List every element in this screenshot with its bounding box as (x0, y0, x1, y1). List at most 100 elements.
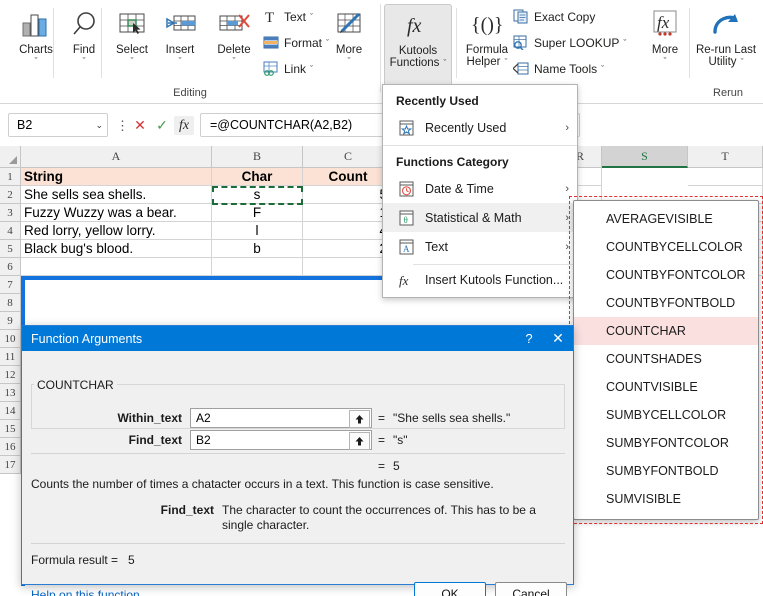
row-header-7[interactable]: 7 (0, 276, 21, 294)
cancel-formula-icon[interactable]: ✕ (130, 116, 150, 135)
cell-b5[interactable]: b (212, 240, 303, 258)
cell-c4[interactable]: 4 (303, 222, 394, 240)
find-chevron-icon[interactable]: ˇ (83, 57, 86, 66)
delete-chevron-icon[interactable]: ˇ (233, 57, 236, 66)
super-lookup-button[interactable]: Super LOOKUP ˇ (512, 32, 626, 53)
cell-c1[interactable]: Count (303, 168, 394, 186)
cell-c2[interactable]: 5 (303, 186, 394, 204)
clock-icon (396, 181, 416, 197)
more-formula-button[interactable]: fx More ˇ (637, 4, 693, 78)
row-header-17[interactable]: 17 (0, 456, 21, 474)
menu-item-recently-used[interactable]: Recently Used › (383, 113, 577, 142)
row-header-10[interactable]: 10 (0, 330, 21, 348)
insert-chevron-icon[interactable]: ˇ (179, 57, 182, 66)
cell-c3[interactable]: 1 (303, 204, 394, 222)
column-header-t[interactable]: T (688, 146, 763, 168)
function-item-countshades[interactable]: COUNTSHADES (574, 345, 758, 373)
kutools-functions-button[interactable]: fx Kutools Functions ˇ (384, 4, 452, 86)
function-item-countbyfontcolor[interactable]: COUNTBYFONTCOLOR (574, 261, 758, 289)
cell-a5[interactable]: Black bug's blood. (21, 240, 212, 258)
function-item-sumbycellcolor[interactable]: SUMBYCELLCOLOR (574, 401, 758, 429)
find-text-input[interactable]: B2 (190, 430, 372, 450)
column-header-b[interactable]: B (212, 146, 303, 168)
row-header-11[interactable]: 11 (0, 348, 21, 366)
column-header-a[interactable]: A (21, 146, 212, 168)
row-header-1[interactable]: 1 (0, 168, 21, 186)
menu-item-date-time[interactable]: Date & Time › (383, 174, 577, 203)
function-item-countchar[interactable]: COUNTCHAR (574, 317, 758, 345)
column-header-c[interactable]: C (303, 146, 394, 168)
function-item-sumvisible[interactable]: SUMVISIBLE (574, 485, 758, 513)
cell-a4[interactable]: Red lorry, yellow lorry. (21, 222, 212, 240)
rerun-chevron-icon[interactable]: ˇ (741, 57, 744, 67)
function-item-countbyfontbold[interactable]: COUNTBYFONTBOLD (574, 289, 758, 317)
menu-item-text[interactable]: A Text › (383, 232, 577, 261)
find-text-range-selector-icon[interactable] (349, 432, 370, 450)
within-text-input[interactable]: A2 (190, 408, 372, 428)
more-formula-chevron-icon[interactable]: ˇ (664, 57, 667, 66)
menu-item-insert-kutools-function-label: Insert Kutools Function... (425, 272, 564, 287)
link-chevron-icon[interactable]: ˇ (310, 64, 313, 74)
column-header-s[interactable]: S (602, 146, 688, 168)
row-header-3[interactable]: 3 (0, 204, 21, 222)
format-menu-button[interactable]: Format ˇ (262, 32, 329, 53)
row-header-8[interactable]: 8 (0, 294, 21, 312)
more-editing-chevron-icon[interactable]: ˇ (348, 57, 351, 66)
cancel-button[interactable]: Cancel (495, 582, 567, 596)
row-header-16[interactable]: 16 (0, 438, 21, 456)
function-item-averagevisible[interactable]: AVERAGEVISIBLE (574, 205, 758, 233)
function-item-sumbyfontbold[interactable]: SUMBYFONTBOLD (574, 457, 758, 485)
select-chevron-icon[interactable]: ˇ (131, 57, 134, 66)
formula-helper-chevron-icon[interactable]: ˇ (504, 57, 507, 67)
row-header-4[interactable]: 4 (0, 222, 21, 240)
function-item-countbycellcolor[interactable]: COUNTBYCELLCOLOR (574, 233, 758, 261)
cell-b3[interactable]: F (212, 204, 303, 222)
link-menu-button[interactable]: Link ˇ (262, 58, 313, 79)
within-text-range-selector-icon[interactable] (349, 410, 370, 428)
menu-item-insert-kutools-function[interactable]: fx Insert Kutools Function... (383, 265, 577, 294)
more-editing-button[interactable]: More ˇ (321, 4, 377, 78)
name-tools-chevron-icon[interactable]: ˇ (601, 64, 604, 74)
delete-button[interactable]: Delete ˇ (206, 4, 262, 78)
row-header-13[interactable]: 13 (0, 384, 21, 402)
cell-b4[interactable]: l (212, 222, 303, 240)
insert-function-icon[interactable]: fx (174, 116, 194, 135)
exact-copy-button[interactable]: Exact Copy (512, 6, 595, 27)
name-box-chevron-icon[interactable]: ⌄ (95, 120, 103, 131)
row-header-15[interactable]: 15 (0, 420, 21, 438)
menu-item-statistical-math[interactable]: θ Statistical & Math › (383, 203, 577, 232)
text-chevron-icon[interactable]: ˇ (310, 12, 313, 22)
row-header-2[interactable]: 2 (0, 186, 21, 204)
insert-button[interactable]: Insert ˇ (152, 4, 208, 78)
function-item-countvisible[interactable]: COUNTVISIBLE (574, 373, 758, 401)
kutools-functions-chevron-icon[interactable]: ˇ (443, 58, 446, 68)
name-tools-button[interactable]: Name Tools ˇ (512, 58, 604, 79)
charts-chevron-icon[interactable]: ˇ (35, 57, 38, 66)
name-box[interactable]: B2 ⌄ (8, 113, 108, 137)
ok-button[interactable]: OK (414, 582, 486, 596)
text-menu-button[interactable]: T Text ˇ (262, 6, 313, 27)
cell-a1[interactable]: String (21, 168, 212, 186)
dialog-help-icon[interactable]: ? (515, 331, 543, 346)
row-header-5[interactable]: 5 (0, 240, 21, 258)
within-text-value: A2 (196, 411, 211, 425)
formula-helper-button[interactable]: {()} Formula Helper ˇ (459, 4, 515, 78)
cell-b2[interactable]: s (212, 186, 303, 204)
delete-label: Delete (217, 44, 251, 56)
cell-a3[interactable]: Fuzzy Wuzzy was a bear. (21, 204, 212, 222)
super-lookup-chevron-icon[interactable]: ˇ (623, 38, 626, 48)
formula-bar-menu-icon[interactable]: ⋮ (116, 118, 129, 134)
dialog-close-icon[interactable]: ✕ (543, 330, 573, 347)
function-item-sumbyfontcolor[interactable]: SUMBYFONTCOLOR (574, 429, 758, 457)
rerun-last-utility-button[interactable]: Re-run Last Utility ˇ (693, 4, 759, 78)
row-header-14[interactable]: 14 (0, 402, 21, 420)
cell-b1[interactable]: Char (212, 168, 303, 186)
enter-formula-icon[interactable]: ✓ (152, 116, 172, 135)
select-all-corner[interactable] (0, 146, 21, 168)
cell-c5[interactable]: 2 (303, 240, 394, 258)
row-header-6[interactable]: 6 (0, 258, 21, 276)
row-header-9[interactable]: 9 (0, 312, 21, 330)
cell-a2[interactable]: She sells sea shells. (21, 186, 212, 204)
row-header-12[interactable]: 12 (0, 366, 21, 384)
help-on-this-function-link[interactable]: Help on this function (31, 588, 140, 596)
